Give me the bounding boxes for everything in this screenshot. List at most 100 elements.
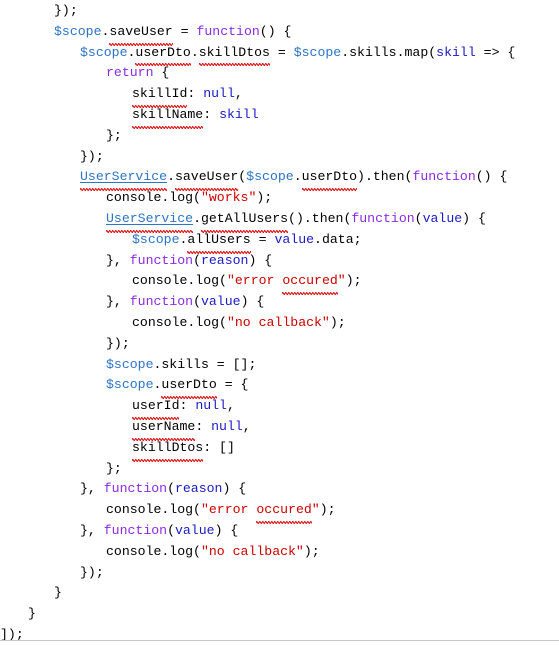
code-line[interactable]: UserService.saveUser($scope.userDto).the…	[0, 167, 559, 191]
code-token: },	[106, 294, 130, 310]
code-token: );	[303, 543, 320, 559]
code-line[interactable]: });	[0, 563, 559, 584]
code-line[interactable]: $scope.saveUser = function() {	[0, 22, 559, 46]
code-line[interactable]: });	[0, 147, 559, 168]
code-line[interactable]: console.log("error occured");	[0, 500, 559, 524]
code-line[interactable]: $scope.allUsers = value.data;	[0, 230, 559, 254]
code-token: function	[129, 294, 194, 310]
code-token: ) {	[240, 294, 265, 310]
code-token: ) {	[248, 252, 273, 268]
code-token: ,	[226, 398, 235, 414]
code-token: value	[200, 294, 241, 310]
code-token-misspelled: UserService	[106, 209, 194, 233]
code-line[interactable]: console.log("works");	[0, 188, 559, 209]
code-line[interactable]: });	[0, 1, 559, 22]
code-token: ) {	[462, 210, 486, 226]
code-line[interactable]: }, function(value) {	[0, 521, 559, 542]
code-token: console.log(	[106, 543, 201, 559]
code-token: :	[179, 398, 196, 414]
code-line[interactable]: skillId: null,	[0, 84, 559, 108]
code-token: "no callback"	[226, 314, 330, 330]
code-token-misspelled: skillId	[132, 84, 188, 108]
code-token: },	[106, 252, 130, 268]
code-token: ) {	[222, 481, 247, 497]
code-line[interactable]: skillName: skill	[0, 105, 559, 129]
code-token: ,	[242, 418, 251, 434]
code-line[interactable]: console.log("no callback");	[0, 313, 559, 334]
code-token: );	[329, 314, 346, 330]
code-token: ,	[234, 86, 243, 102]
code-token: console.log(	[106, 190, 201, 206]
code-token: null	[211, 418, 243, 434]
code-token: });	[106, 335, 130, 351]
code-line[interactable]: };	[0, 126, 559, 147]
code-token: function	[103, 481, 168, 497]
code-token: .	[193, 210, 201, 226]
code-line[interactable]: ]);	[0, 625, 559, 646]
code-token: =	[250, 231, 275, 247]
code-token: console.log(	[132, 314, 227, 330]
code-line[interactable]: }	[0, 583, 559, 604]
code-block[interactable]: }); $scope.saveUser = function() {$scope.…	[0, 1, 559, 646]
code-token: });	[80, 148, 104, 164]
code-token: .skills.map(	[341, 44, 437, 60]
code-token: $scope	[54, 23, 102, 39]
code-token: },	[80, 522, 104, 538]
code-token: "works"	[200, 190, 257, 206]
code-token: :	[187, 86, 204, 102]
code-token-misspelled: occured	[282, 271, 339, 295]
code-token: }	[54, 585, 62, 601]
horizontal-divider	[0, 640, 559, 641]
code-token: (	[167, 522, 175, 538]
code-line[interactable]: return {	[0, 63, 559, 84]
code-line[interactable]: console.log("no callback");	[0, 542, 559, 563]
code-line[interactable]: $scope.skills = [];	[0, 355, 559, 376]
code-line[interactable]: console.log("error occured");	[0, 271, 559, 295]
code-token: => {	[475, 44, 516, 60]
code-token: reason	[200, 252, 249, 268]
code-token: .skills = [];	[153, 356, 257, 372]
code-token-misspelled: userDto	[301, 167, 358, 191]
code-token: () {	[475, 169, 508, 185]
code-token: =	[172, 23, 197, 39]
code-token: = {	[216, 377, 249, 393]
code-token: ) {	[214, 522, 239, 538]
code-line[interactable]: }	[0, 604, 559, 625]
code-line[interactable]: $scope.userDto = {	[0, 375, 559, 399]
code-token: (	[167, 481, 175, 497]
code-token: () {	[259, 23, 292, 39]
code-line[interactable]: };	[0, 459, 559, 480]
code-token: : []	[203, 439, 235, 455]
code-token-misspelled: getAllUsers	[200, 209, 289, 233]
code-token: ).then(	[357, 169, 413, 185]
code-line[interactable]: UserService.getAllUsers().then(function(…	[0, 209, 559, 233]
code-token-misspelled: userDto	[135, 43, 192, 67]
code-token: .	[190, 44, 199, 60]
code-token: };	[106, 127, 122, 143]
code-token: "error	[226, 273, 283, 289]
code-line[interactable]: userId: null,	[0, 396, 559, 420]
code-token: );	[256, 190, 273, 206]
code-token: .	[153, 377, 162, 393]
code-token: value	[174, 522, 215, 538]
code-token: return	[106, 65, 154, 81]
code-token: ().then(	[288, 210, 352, 226]
code-line[interactable]: $scope.userDto.skillDtos = $scope.skills…	[0, 43, 559, 67]
code-line[interactable]: skillDtos: []	[0, 438, 559, 462]
code-token: function	[196, 23, 260, 39]
code-line[interactable]: }, function(value) {	[0, 292, 559, 313]
code-token: null	[203, 86, 235, 102]
code-token-misspelled: userName	[132, 417, 196, 441]
code-token: "	[337, 273, 346, 289]
code-line[interactable]: });	[0, 334, 559, 355]
code-token: value	[274, 231, 315, 247]
code-token-misspelled: saveUser	[174, 167, 239, 191]
code-line[interactable]: }, function(reason) {	[0, 479, 559, 500]
code-editor[interactable]: }); $scope.saveUser = function() {$scope.…	[0, 0, 559, 645]
code-token: function	[412, 169, 476, 185]
code-line[interactable]: userName: null,	[0, 417, 559, 441]
code-token: $scope	[80, 44, 128, 60]
code-token: function	[103, 522, 168, 538]
code-line[interactable]: }, function(reason) {	[0, 251, 559, 272]
code-token: .	[101, 23, 110, 39]
